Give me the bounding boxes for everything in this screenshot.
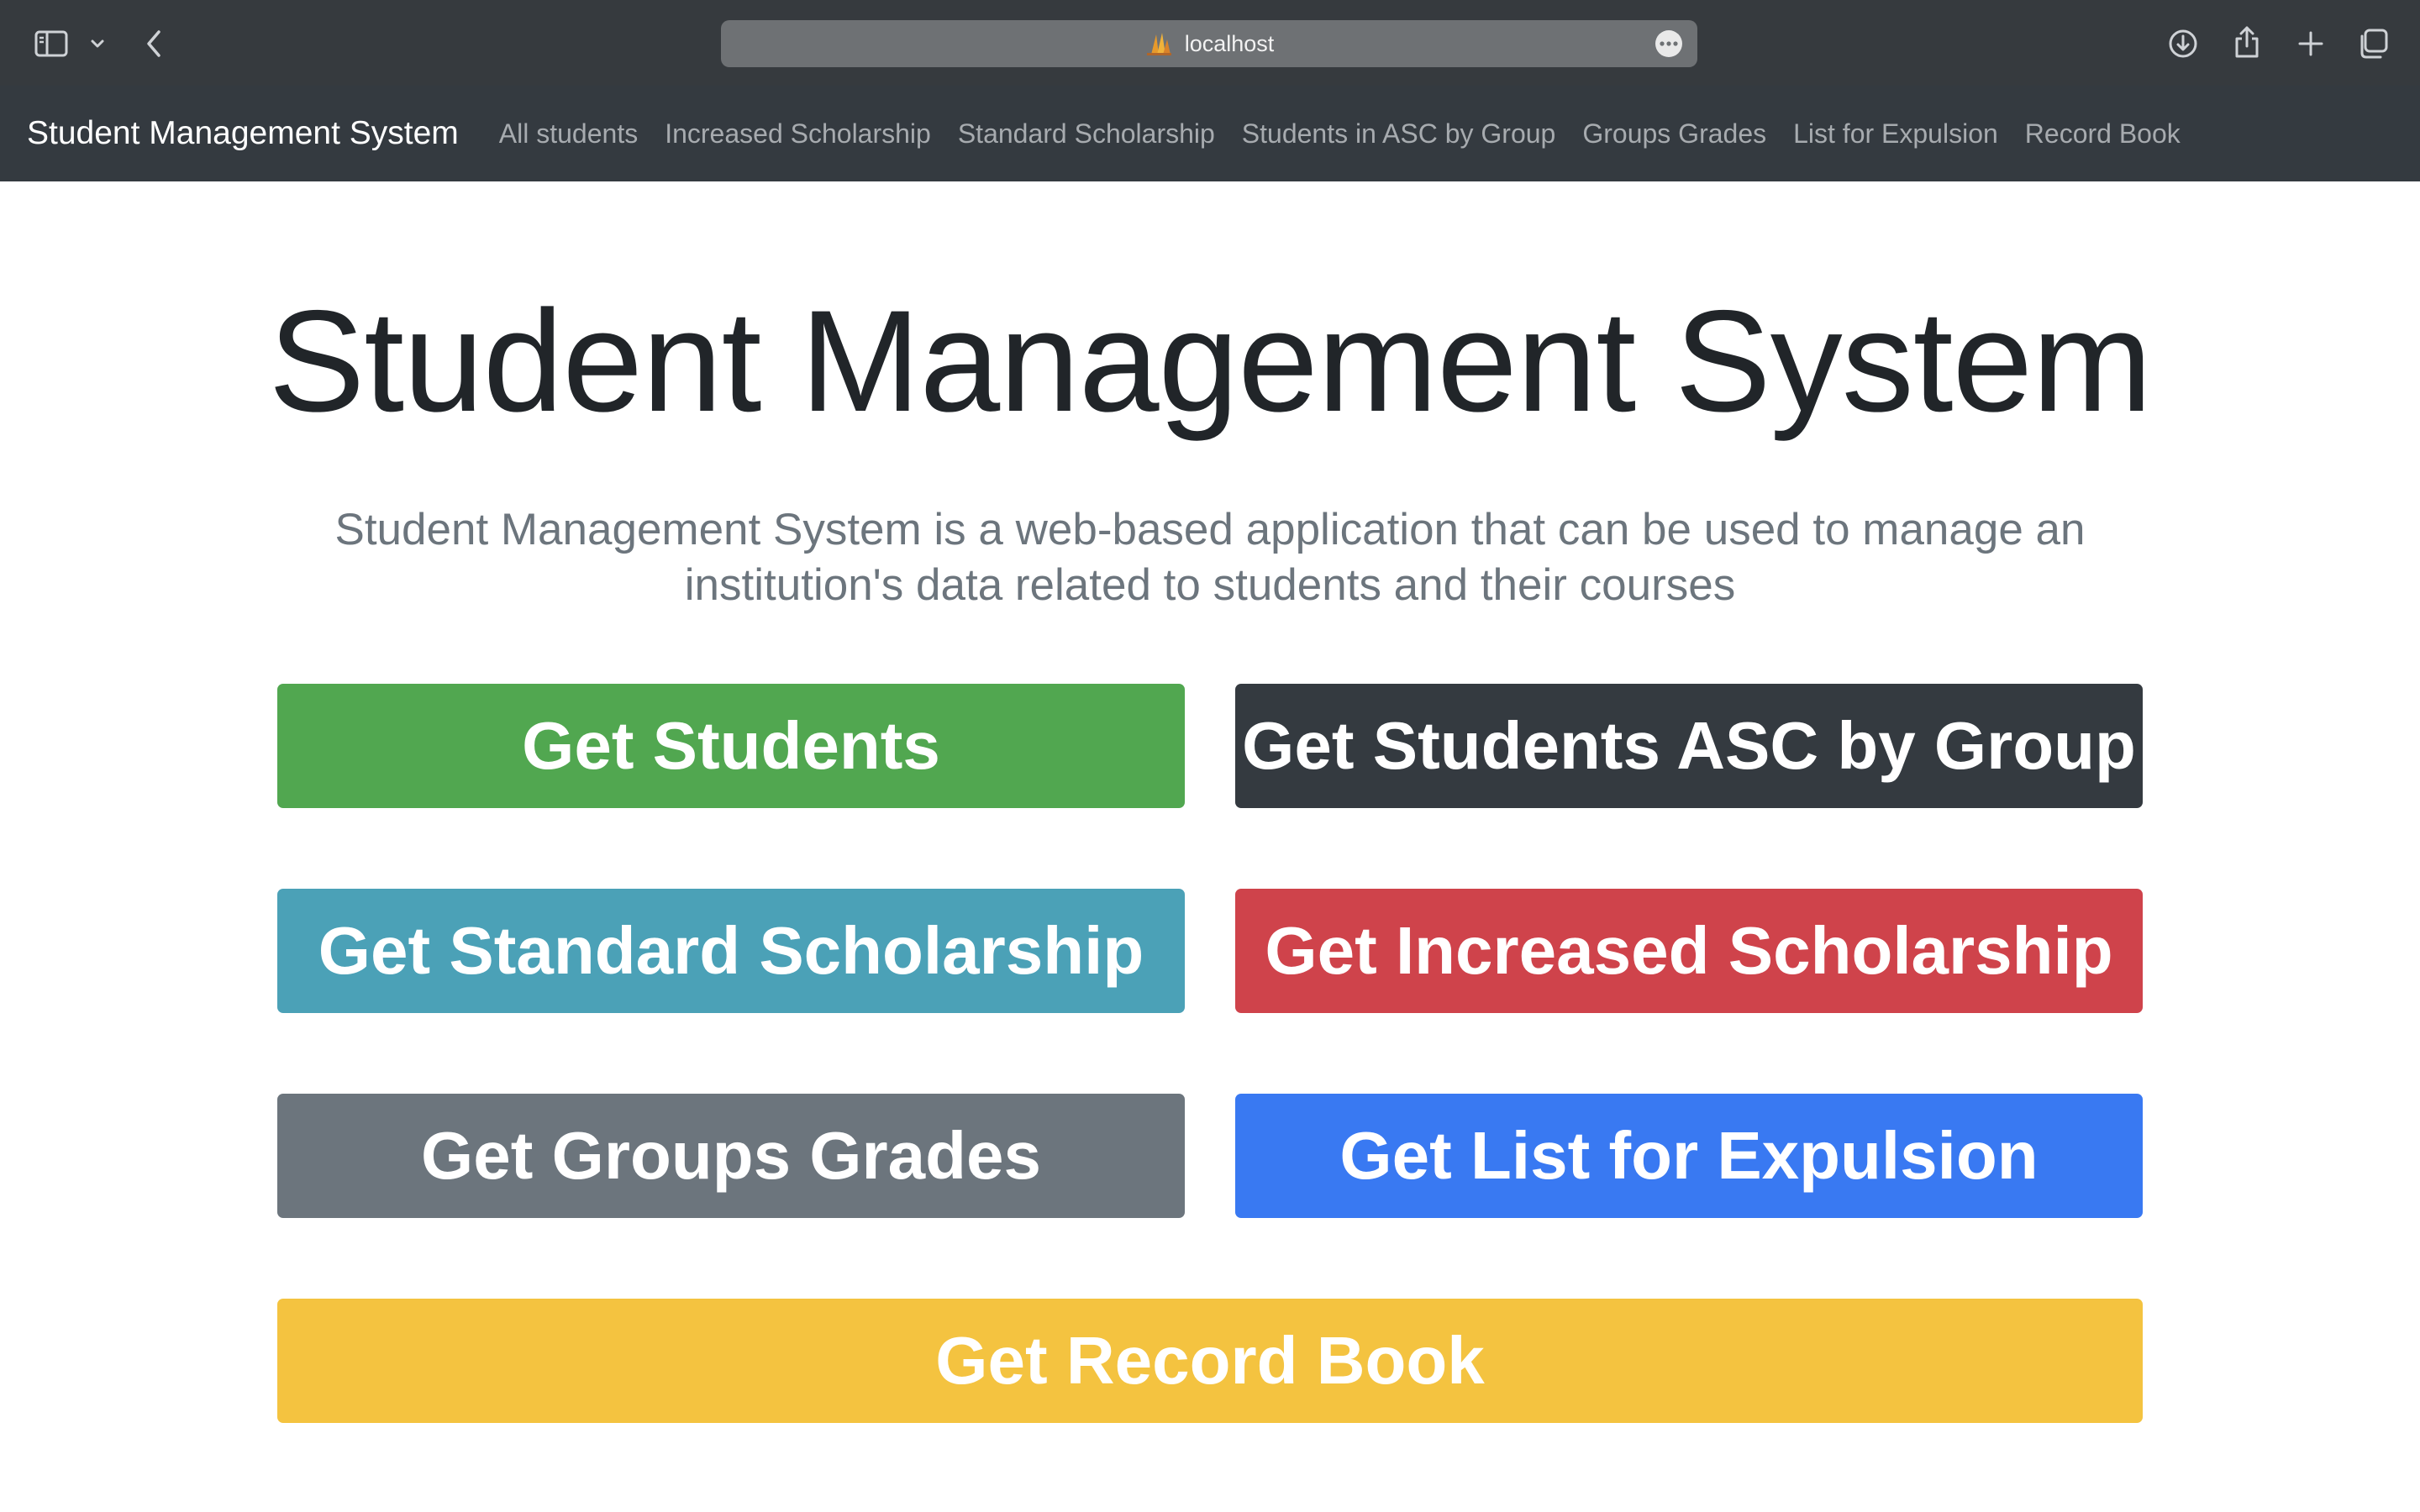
sidebar-icon[interactable] xyxy=(32,27,71,60)
nav-link-groups-grades[interactable]: Groups Grades xyxy=(1582,118,1766,150)
nav-link-list-for-expulsion[interactable]: List for Expulsion xyxy=(1793,118,1998,150)
nav-link-all-students[interactable]: All students xyxy=(499,118,638,150)
navbar: Student Management System All students I… xyxy=(0,86,2420,181)
get-standard-scholarship-button[interactable]: Get Standard Scholarship xyxy=(277,889,1185,1013)
address-bar[interactable]: localhost xyxy=(721,20,1697,67)
lead-line-2: institution's data related to students a… xyxy=(684,560,1736,610)
plus-icon[interactable] xyxy=(2294,27,2328,60)
nav-link-increased-scholarship[interactable]: Increased Scholarship xyxy=(665,118,931,150)
browser-toolbar: localhost xyxy=(0,0,2420,86)
download-icon[interactable] xyxy=(2166,27,2200,60)
get-students-button[interactable]: Get Students xyxy=(277,684,1185,808)
site-favicon-icon xyxy=(1144,31,1173,56)
nav-links: All students Increased Scholarship Stand… xyxy=(499,118,2207,150)
get-record-book-button[interactable]: Get Record Book xyxy=(277,1299,2143,1423)
lead-line-1: Student Management System is a web-based… xyxy=(334,505,2086,554)
share-icon[interactable] xyxy=(2230,24,2264,60)
chevron-down-icon[interactable] xyxy=(87,34,108,54)
get-increased-scholarship-button[interactable]: Get Increased Scholarship xyxy=(1235,889,2143,1013)
nav-link-students-asc-by-group[interactable]: Students in ASC by Group xyxy=(1242,118,1556,150)
navbar-brand[interactable]: Student Management System xyxy=(27,115,459,152)
ellipsis-icon[interactable] xyxy=(1655,30,1682,57)
tabs-overview-icon[interactable] xyxy=(2354,25,2391,62)
main-content: Student Management System Student Manage… xyxy=(0,181,2420,1512)
get-list-for-expulsion-button[interactable]: Get List for Expulsion xyxy=(1235,1094,2143,1218)
nav-link-standard-scholarship[interactable]: Standard Scholarship xyxy=(958,118,1215,150)
address-text: localhost xyxy=(1184,30,1275,56)
lead-text: Student Management System is a web-based… xyxy=(252,502,2168,613)
get-students-asc-by-group-button[interactable]: Get Students ASC by Group xyxy=(1235,684,2143,808)
page-title: Student Management System xyxy=(268,281,2153,442)
get-groups-grades-button[interactable]: Get Groups Grades xyxy=(277,1094,1185,1218)
back-arrow-icon[interactable] xyxy=(141,27,166,60)
nav-link-record-book[interactable]: Record Book xyxy=(2025,118,2181,150)
